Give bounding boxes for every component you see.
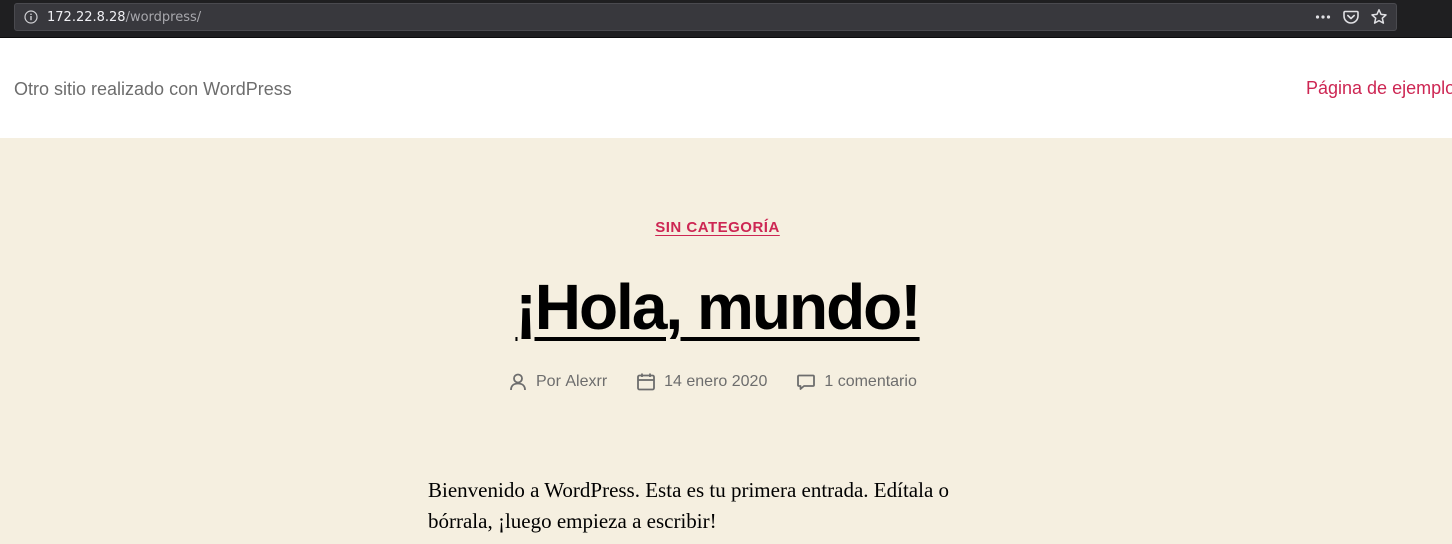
url-actions <box>1314 8 1388 26</box>
site-header: Otro sitio realizado con WordPress Págin… <box>0 38 1452 138</box>
browser-toolbar: 172.22.8.28/wordpress/ <box>0 0 1452 38</box>
pocket-icon[interactable] <box>1342 8 1360 26</box>
user-icon <box>508 372 528 392</box>
site-description: Otro sitio realizado con WordPress <box>14 79 292 99</box>
comment-icon <box>796 372 816 392</box>
bookmark-star-icon[interactable] <box>1370 8 1388 26</box>
author-link[interactable]: Alexrr <box>565 373 607 391</box>
more-icon[interactable] <box>1314 8 1332 26</box>
post-comments: 1 comentario <box>796 372 917 392</box>
author-prefix: Por <box>536 373 561 390</box>
entry-title: ¡Hola, mundo! <box>0 266 1435 348</box>
url-path: /wordpress/ <box>125 10 202 25</box>
url-host: 172.22.8.28 <box>47 10 126 25</box>
calendar-icon <box>636 372 656 392</box>
url-bar[interactable]: 172.22.8.28/wordpress/ <box>14 3 1397 31</box>
post-entry: SIN CATEGORÍA ¡Hola, mundo! Por Alexrr 1… <box>0 138 1452 544</box>
url-text[interactable]: 172.22.8.28/wordpress/ <box>47 9 201 26</box>
menu-item-sample-page[interactable]: Página de ejemplo <box>1306 78 1452 99</box>
category-link[interactable]: SIN CATEGORÍA <box>655 219 780 236</box>
post-author: Por Alexrr <box>508 372 607 392</box>
entry-content: Bienvenido a WordPress. Esta es tu prime… <box>428 475 988 537</box>
comments-link[interactable]: 1 comentario <box>824 373 917 391</box>
entry-paragraph: Bienvenido a WordPress. Esta es tu prime… <box>428 478 950 533</box>
post-meta: Por Alexrr 14 enero 2020 1 comentario <box>508 372 917 392</box>
info-icon[interactable] <box>24 10 38 24</box>
entry-title-link[interactable]: ¡Hola, mundo! <box>515 271 921 343</box>
post-date: 14 enero 2020 <box>636 372 767 392</box>
date-link[interactable]: 14 enero 2020 <box>664 373 767 391</box>
entry-categories: SIN CATEGORÍA <box>0 219 1435 237</box>
